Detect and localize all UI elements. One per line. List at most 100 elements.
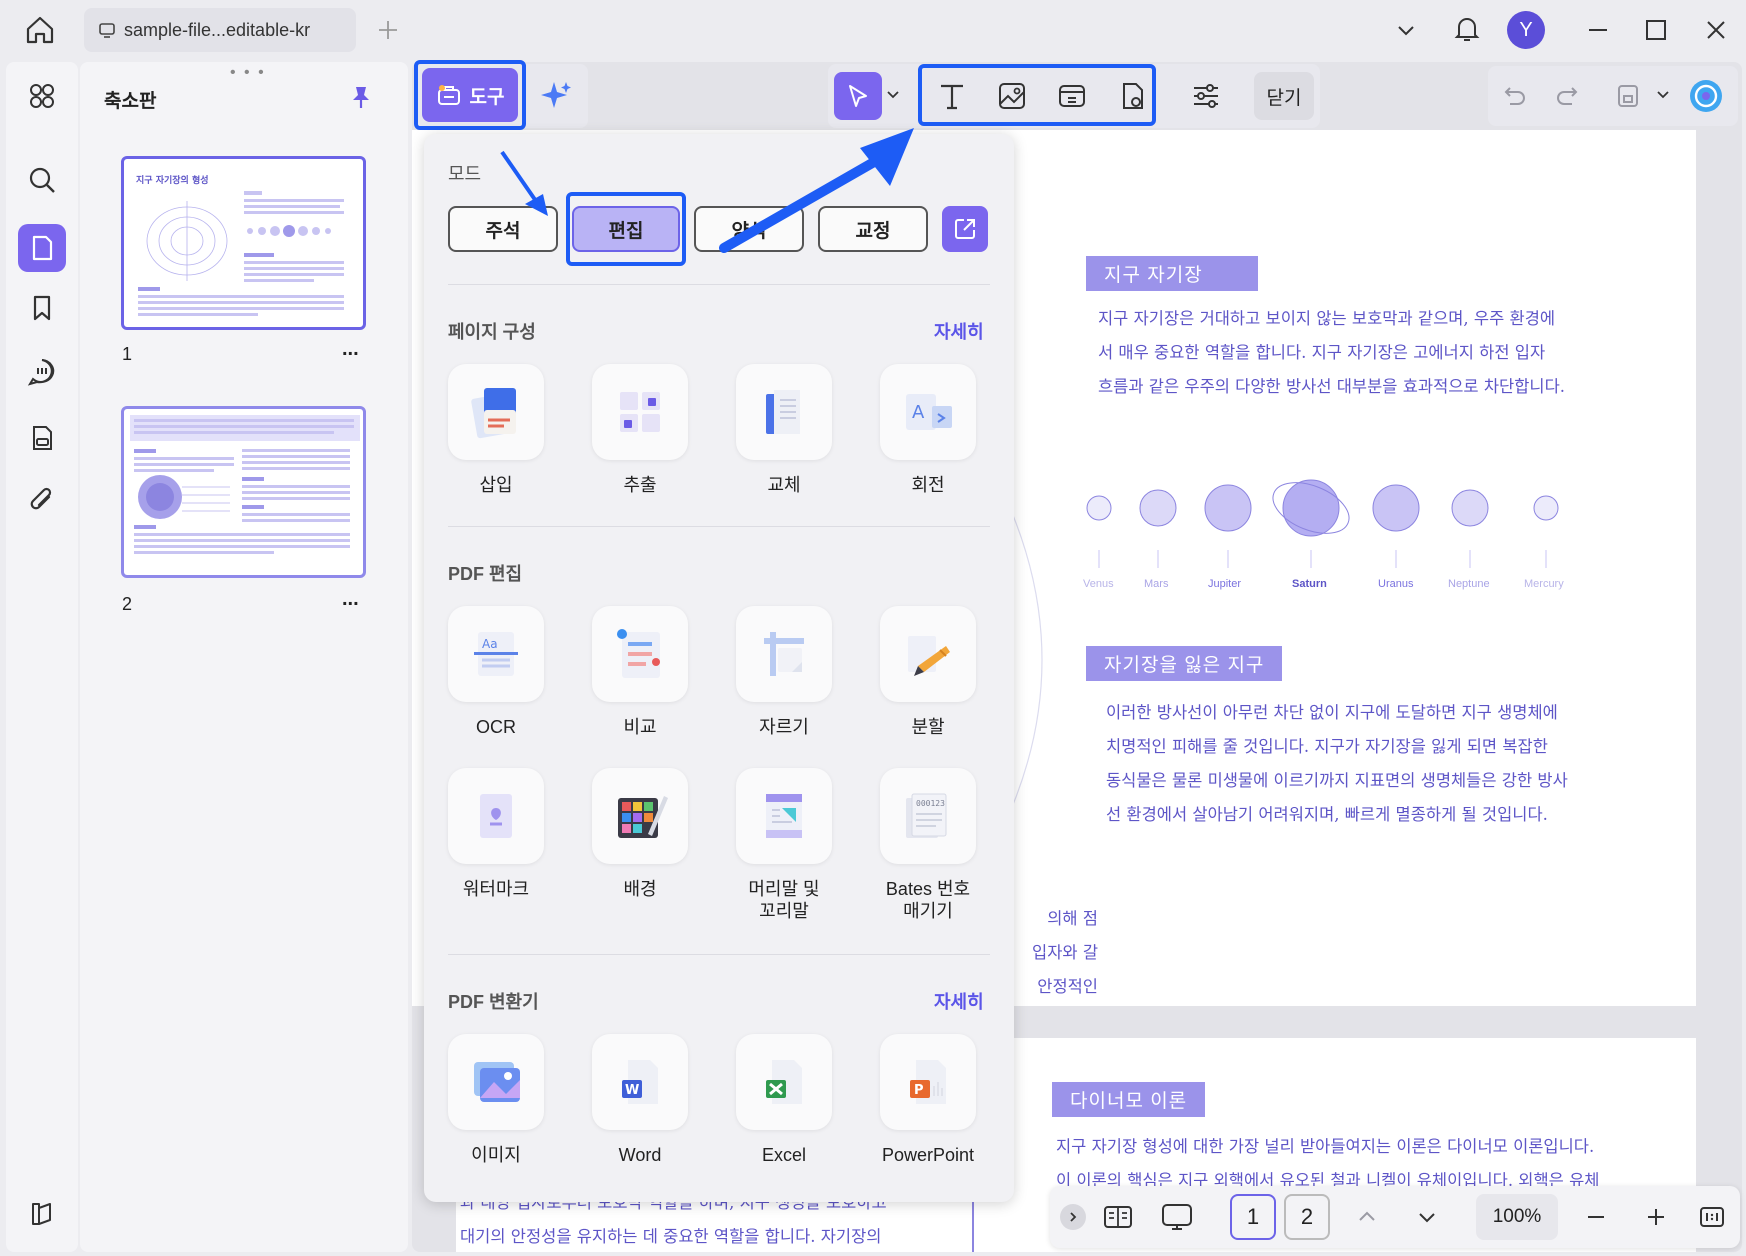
rotate-page-icon: A <box>906 394 952 430</box>
minimize-icon[interactable] <box>1586 18 1610 42</box>
save-dropdown-chevron-icon[interactable] <box>1656 88 1670 102</box>
next-page-icon[interactable] <box>1416 1206 1438 1228</box>
add-image-icon[interactable] <box>996 80 1028 112</box>
tool-label: OCR <box>476 717 516 737</box>
tool-label-text: 머리말 및 꼬리말 <box>748 879 820 921</box>
split-icon <box>908 636 950 676</box>
svg-text:Aa: Aa <box>482 637 498 651</box>
planet-label-mars: Mars <box>1144 578 1169 590</box>
ai-sparkle-icon[interactable] <box>538 78 574 114</box>
insert-tool[interactable]: 삽입 <box>431 364 561 496</box>
maximize-icon[interactable] <box>1644 18 1668 42</box>
replace-page-icon <box>766 390 800 434</box>
powerpoint-icon: P <box>910 1060 946 1104</box>
converter-section-more-link[interactable]: 자세히 <box>934 988 984 1014</box>
ai-assistant-icon[interactable] <box>1688 78 1724 114</box>
background-tool[interactable]: 배경 <box>575 768 705 900</box>
panel-toggle-icon[interactable] <box>18 1190 66 1238</box>
convert-word-tool[interactable]: W Word <box>575 1034 705 1166</box>
actual-size-icon[interactable] <box>1698 1203 1726 1231</box>
panel-drag-handle[interactable]: • • • <box>230 64 266 82</box>
mode-proofread-button[interactable]: 교정 <box>818 206 928 252</box>
page-thumbnail-1[interactable]: 지구 자기장의 형성 <box>121 156 366 330</box>
menu-divider <box>448 526 990 527</box>
compare-tool[interactable]: 비교 <box>575 606 705 738</box>
chevron-down-icon[interactable] <box>1394 18 1418 42</box>
document-tab[interactable]: sample-file...editable-kr <box>84 8 356 52</box>
stamp-icon[interactable] <box>18 414 66 462</box>
cursor-icon <box>849 85 867 107</box>
paragraph-line: 동식물은 물론 미생물에 이르기까지 지표면의 생명체들은 강한 방사 <box>1106 771 1568 790</box>
bates-number-tool[interactable]: 000123 Bates 번호 매기기 <box>863 768 993 922</box>
mode-annotate-button[interactable]: 주석 <box>448 206 558 252</box>
zoom-level-field[interactable]: 100% <box>1476 1194 1558 1240</box>
search-icon[interactable] <box>18 156 66 204</box>
zoom-in-icon[interactable] <box>1644 1205 1668 1229</box>
tools-button[interactable]: 도구 <box>422 68 518 122</box>
page-1-button[interactable]: 1 <box>1230 1194 1276 1240</box>
ocr-tool[interactable]: Aa OCR <box>431 606 561 738</box>
properties-icon[interactable] <box>1190 80 1222 112</box>
redo-icon[interactable] <box>1554 82 1582 110</box>
paragraph-line: 선 환경에서 살아남기 어려워지며, 빠르게 멸종하게 될 것입니다. <box>1106 805 1548 824</box>
extract-tool[interactable]: 추출 <box>575 364 705 496</box>
background-palette-icon <box>618 796 668 838</box>
select-dropdown-chevron-icon[interactable] <box>886 88 900 102</box>
convert-excel-tool[interactable]: Excel <box>719 1034 849 1166</box>
thumb-page-number-1: 1 <box>122 344 133 364</box>
toolbox-icon <box>436 82 462 108</box>
select-tool-button[interactable] <box>834 72 882 120</box>
replace-tool[interactable]: 교체 <box>719 364 849 496</box>
convert-image-tool[interactable]: 이미지 <box>431 1034 561 1166</box>
page-number: 2 <box>1300 1204 1314 1229</box>
crop-tool[interactable]: 자르기 <box>719 606 849 738</box>
page-2-button[interactable]: 2 <box>1284 1194 1330 1240</box>
zoom-out-icon[interactable] <box>1584 1205 1608 1229</box>
apps-icon[interactable] <box>18 72 66 120</box>
new-tab-icon[interactable] <box>376 18 400 42</box>
page-icon[interactable] <box>18 224 66 272</box>
undo-icon[interactable] <box>1500 82 1528 110</box>
add-shape-icon[interactable] <box>1116 80 1148 112</box>
previous-page-icon[interactable] <box>1356 1206 1378 1228</box>
header-footer-tool[interactable]: 머리말 및 꼬리말 <box>719 768 849 922</box>
watermark-tool[interactable]: 워터마크 <box>431 768 561 900</box>
mode-edit-button[interactable]: 편집 <box>572 206 680 252</box>
reading-mode-icon[interactable] <box>1102 1201 1134 1233</box>
add-text-icon[interactable] <box>936 80 968 112</box>
open-external-button[interactable] <box>942 206 988 252</box>
paragraph-1: 지구 자기장은 거대하고 보이지 않는 보호막과 같으며, 우주 환경에 서 매… <box>1098 302 1638 404</box>
paragraph-2: 이러한 방사선이 아무런 차단 없이 지구에 도달하면 지구 생명체에 치명적인… <box>1106 696 1646 832</box>
page-section-more-link[interactable]: 자세히 <box>934 318 984 344</box>
paragraph-line: 이러한 방사선이 아무런 차단 없이 지구에 도달하면 지구 생명체에 <box>1106 703 1558 722</box>
thumb-more-button-2[interactable]: ... <box>342 588 359 611</box>
heading-earth-magnetic-field: 지구 자기장 <box>1086 256 1258 291</box>
chevron-right-icon <box>1070 1212 1077 1222</box>
thumb-more-button-1[interactable]: ... <box>342 338 359 361</box>
page-thumbnail-2[interactable] <box>121 406 366 578</box>
bell-icon[interactable] <box>1452 14 1482 44</box>
avatar[interactable]: Y <box>1507 11 1545 49</box>
mode-form-button[interactable]: 양식 <box>694 206 804 252</box>
presentation-icon[interactable] <box>1160 1201 1194 1233</box>
add-link-icon[interactable] <box>1056 80 1088 112</box>
attachment-icon[interactable] <box>18 476 66 524</box>
bottom-navigation-bar: 1 2 100% <box>1050 1186 1740 1248</box>
home-icon[interactable] <box>24 14 56 46</box>
comment-icon[interactable] <box>18 348 66 396</box>
save-icon[interactable] <box>1614 82 1642 110</box>
pin-icon[interactable] <box>348 84 374 110</box>
close-icon[interactable] <box>1704 18 1728 42</box>
planet-label-neptune: Neptune <box>1448 578 1490 590</box>
close-edit-button[interactable]: 닫기 <box>1254 72 1314 120</box>
split-tool[interactable]: 분할 <box>863 606 993 738</box>
rotate-tool[interactable]: A 회전 <box>863 364 993 496</box>
tool-label: 회전 <box>911 475 945 495</box>
tool-label: 비교 <box>623 717 657 737</box>
svg-text:000123: 000123 <box>916 799 945 808</box>
tool-label: 교체 <box>767 475 801 495</box>
heading-earth-without-field: 자기장을 잃은 지구 <box>1086 646 1283 681</box>
collapse-bar-button[interactable] <box>1060 1204 1086 1230</box>
convert-powerpoint-tool[interactable]: P PowerPoint <box>863 1034 993 1166</box>
bookmark-icon[interactable] <box>18 284 66 332</box>
